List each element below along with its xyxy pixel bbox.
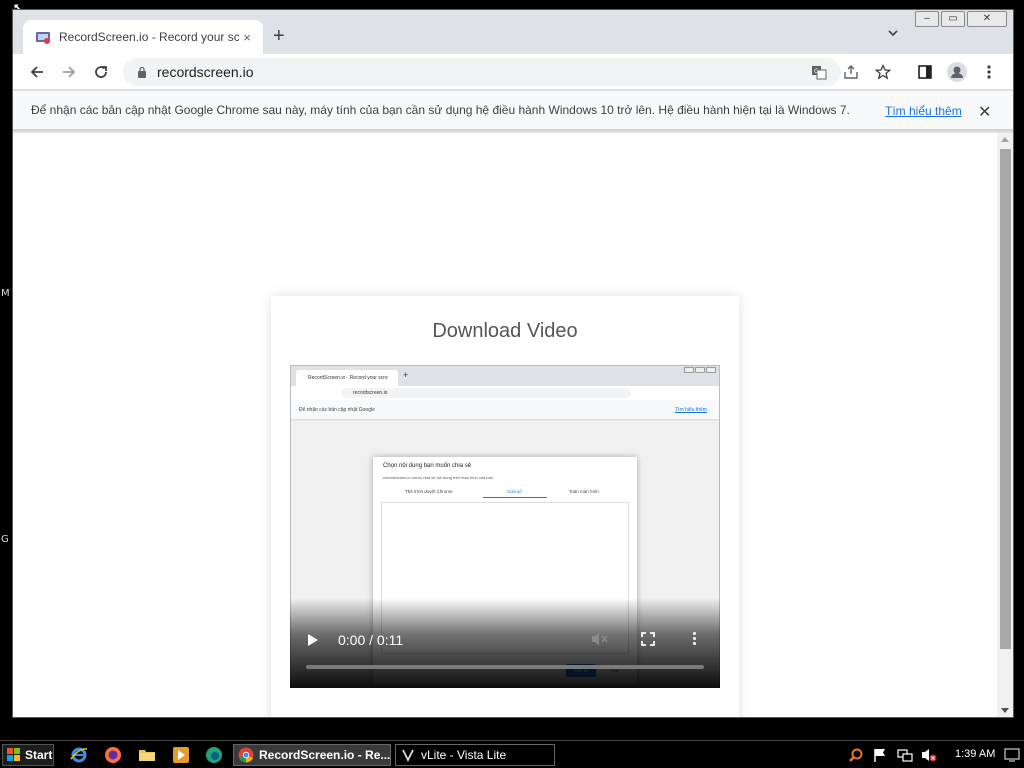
video-frame-toolbar: recordscreen.io <box>291 386 719 400</box>
network-icon[interactable] <box>897 747 913 763</box>
side-panel-button[interactable] <box>913 60 937 84</box>
infobar-close-button[interactable]: ✕ <box>978 102 991 122</box>
taskbar-item-chrome[interactable]: RecordScreen.io - Re... <box>233 744 391 766</box>
desktop-icon-label: M <box>1 288 10 299</box>
new-tab-button[interactable]: + <box>273 26 285 46</box>
learn-more-link[interactable]: Tìm hiểu thêm <box>885 104 962 118</box>
fullscreen-icon[interactable] <box>641 632 655 646</box>
translate-icon[interactable]: G <box>811 64 827 80</box>
page-scrollbar[interactable] <box>997 133 1013 717</box>
tab-search-chevron-icon[interactable] <box>886 26 900 40</box>
video-frame-tab: RecordScreen.io - Record your scre <box>296 370 398 386</box>
close-window-button[interactable]: ✕ <box>967 11 1007 27</box>
video-frame-newtab: + <box>403 370 409 380</box>
volume-muted-tray-icon[interactable] <box>921 747 937 763</box>
svg-text:G: G <box>814 68 819 75</box>
back-button[interactable] <box>25 60 49 84</box>
dialog-tab-indicator <box>483 497 547 498</box>
scroll-up-arrow-icon[interactable] <box>1001 137 1009 142</box>
video-controls: 0:00 / 0:11 <box>290 598 720 688</box>
recordscreen-icon <box>36 32 50 44</box>
share-icon[interactable] <box>843 64 859 80</box>
tab-recordscreen[interactable]: RecordScreen.io - Record your screen × <box>23 20 263 54</box>
forward-arrow-icon <box>63 66 76 78</box>
vlite-icon <box>402 749 414 763</box>
start-button[interactable]: Start <box>2 744 54 766</box>
scrollbar-thumb[interactable] <box>1000 149 1011 649</box>
start-label: Start <box>25 748 53 762</box>
menu-button[interactable] <box>977 60 1001 84</box>
reload-icon <box>95 66 107 78</box>
internet-explorer-icon[interactable] <box>70 746 88 764</box>
scroll-down-arrow-icon[interactable] <box>1001 708 1009 713</box>
video-time: 0:00 / 0:11 <box>338 632 404 648</box>
bookmark-star-icon[interactable] <box>875 64 891 80</box>
clock[interactable]: 1:39 AM <box>955 748 995 760</box>
side-panel-icon <box>918 65 932 79</box>
infobar-message: Để nhận các bản cập nhật Google Chrome s… <box>31 103 850 117</box>
video-progress-bar[interactable] <box>306 665 704 669</box>
volume-muted-icon[interactable] <box>590 631 608 647</box>
address-bar[interactable]: recordscreen.io G <box>123 58 891 86</box>
dialog-tab: Toàn màn hình <box>569 489 599 494</box>
more-vert-icon <box>987 65 991 79</box>
desktop-icon-label: G <box>1 534 9 545</box>
firefox-icon[interactable] <box>104 746 122 764</box>
download-card: Download Video RecordScreen.io - Record … <box>271 296 739 717</box>
dialog-tab: Cửa sổ <box>507 489 522 494</box>
taskbar-item-vlite[interactable]: vLite - Vista Lite <box>395 744 555 766</box>
action-center-flag-icon[interactable] <box>872 747 888 763</box>
windows-flag-icon <box>7 748 20 761</box>
url-text[interactable]: recordscreen.io <box>157 64 254 80</box>
taskbar: Start RecordScreen.io - Re... vLite - Vi… <box>0 740 1024 768</box>
video-frame-tabstrip: RecordScreen.io - Record your scre + <box>291 366 719 386</box>
window-controls: ‒ ▭ ✕ <box>913 11 1007 27</box>
chrome-icon <box>238 747 254 763</box>
video-frame-learn-link: Tìm hiểu thêm <box>675 407 707 413</box>
video-frame-infobar: Để nhận các bản cập nhật Google Tìm hiểu… <box>291 400 719 420</box>
dialog-subtitle: recordscreen.io muốn chia sẻ nội dung tr… <box>383 475 494 480</box>
maximize-button[interactable]: ▭ <box>941 11 965 27</box>
update-infobar: Để nhận các bản cập nhật Google Chrome s… <box>13 91 1013 131</box>
dialog-tabs: Thẻ trình duyệt Chrome Cửa sổ Toàn màn h… <box>373 487 637 497</box>
search-tray-icon[interactable] <box>848 747 864 763</box>
back-arrow-icon <box>30 66 43 78</box>
edge-icon[interactable] <box>205 746 223 764</box>
folder-icon[interactable] <box>138 746 156 764</box>
profile-avatar-icon <box>947 62 967 82</box>
video-frame-window-controls <box>683 367 716 373</box>
page-content: Download Video RecordScreen.io - Record … <box>13 133 997 717</box>
video-more-options-icon[interactable] <box>692 632 698 646</box>
forward-button[interactable] <box>57 60 81 84</box>
play-icon[interactable] <box>308 634 318 646</box>
reload-button[interactable] <box>89 60 113 84</box>
dialog-title: Chọn nội dung bạn muốn chia sẻ <box>383 463 472 469</box>
page-title: Download Video <box>432 320 578 342</box>
show-desktop-icon[interactable] <box>1004 747 1020 763</box>
lock-icon[interactable] <box>137 66 147 78</box>
video-frame-url: recordscreen.io <box>341 388 631 398</box>
tab-strip: RecordScreen.io - Record your screen × +… <box>13 10 1013 54</box>
tab-close-button[interactable]: × <box>239 30 255 45</box>
dialog-tab: Thẻ trình duyệt Chrome <box>405 489 453 494</box>
video-player[interactable]: RecordScreen.io - Record your scre + rec… <box>290 365 720 688</box>
chrome-window: RecordScreen.io - Record your screen × +… <box>12 9 1014 718</box>
tab-title: RecordScreen.io - Record your screen <box>59 30 239 44</box>
media-player-icon[interactable] <box>172 746 190 764</box>
taskbar-item-label: vLite - Vista Lite <box>421 748 507 762</box>
profile-button[interactable] <box>945 60 969 84</box>
minimize-button[interactable]: ‒ <box>915 11 939 27</box>
taskbar-item-label: RecordScreen.io - Re... <box>259 748 391 762</box>
video-frame-info-text: Để nhận các bản cập nhật Google <box>299 407 375 413</box>
browser-toolbar: recordscreen.io G <box>13 54 1013 90</box>
